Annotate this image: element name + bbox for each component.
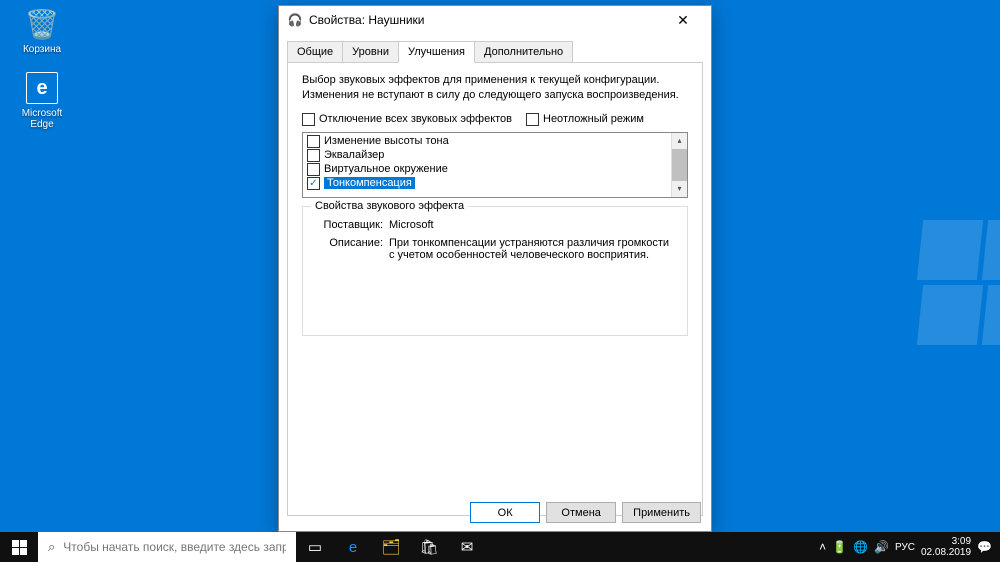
checkbox-label: Неотложный режим bbox=[543, 113, 644, 125]
apply-button[interactable]: Применить bbox=[622, 502, 701, 523]
task-view-button[interactable]: ▭ bbox=[296, 532, 334, 562]
taskbar-app-edge[interactable]: e bbox=[334, 532, 372, 562]
close-button[interactable]: ✕ bbox=[663, 6, 703, 34]
provider-label: Поставщик: bbox=[317, 219, 389, 231]
properties-dialog: 🎧 Свойства: Наушники ✕ Общие Уровни Улуч… bbox=[278, 5, 712, 532]
taskbar-search[interactable]: ⌕ bbox=[38, 532, 296, 562]
effect-properties-group: Свойства звукового эффекта Поставщик: Mi… bbox=[302, 206, 688, 336]
checkbox-icon bbox=[526, 113, 539, 126]
edge-icon: e bbox=[24, 70, 60, 106]
notification-icon[interactable]: 💬 bbox=[977, 540, 992, 554]
desktop-icon-label: Microsoft Edge bbox=[14, 108, 70, 130]
checkbox-immediate[interactable]: Неотложный режим bbox=[526, 113, 644, 126]
description-text: Выбор звуковых эффектов для применения к… bbox=[302, 73, 688, 103]
tab-enhancements[interactable]: Улучшения bbox=[398, 41, 475, 63]
windows-logo-icon bbox=[12, 540, 27, 555]
tab-levels[interactable]: Уровни bbox=[342, 41, 399, 63]
ok-button[interactable]: ОК bbox=[470, 502, 540, 523]
group-title: Свойства звукового эффекта bbox=[311, 200, 468, 212]
scrollbar[interactable]: ▴ ▾ bbox=[671, 133, 687, 197]
tab-general[interactable]: Общие bbox=[287, 41, 343, 63]
tray-chevron-up-icon[interactable]: ˄ bbox=[819, 540, 826, 554]
date-text: 02.08.2019 bbox=[921, 547, 971, 559]
cancel-button[interactable]: Отмена bbox=[546, 502, 616, 523]
recycle-bin-icon: 🗑️ bbox=[24, 6, 60, 42]
effects-listbox[interactable]: Изменение высоты тона Эквалайзер Виртуальн… bbox=[302, 132, 688, 198]
desktop-icon-edge[interactable]: e Microsoft Edge bbox=[14, 70, 70, 130]
checkbox-icon bbox=[307, 135, 320, 148]
battery-icon[interactable]: 🔋 bbox=[832, 540, 847, 554]
headphones-icon: 🎧 bbox=[287, 12, 303, 28]
tab-content: Выбор звуковых эффектов для применения к… bbox=[287, 62, 703, 516]
effect-item[interactable]: Виртуальное окружение bbox=[307, 163, 667, 177]
effect-item[interactable]: ✓ Тонкомпенсация bbox=[307, 177, 667, 191]
effect-label: Тонкомпенсация bbox=[324, 177, 415, 189]
desktop-icon-label: Корзина bbox=[14, 44, 70, 55]
language-indicator[interactable]: РУС bbox=[895, 542, 915, 553]
search-icon: ⌕ bbox=[48, 539, 55, 555]
system-tray: ˄ 🔋 🌐 🔊 РУС 3:09 02.08.2019 💬 bbox=[811, 532, 1000, 562]
network-icon[interactable]: 🌐 bbox=[853, 540, 868, 554]
effect-label: Виртуальное окружение bbox=[324, 163, 448, 175]
checkbox-label: Отключение всех звуковых эффектов bbox=[319, 113, 512, 125]
dialog-titlebar[interactable]: 🎧 Свойства: Наушники ✕ bbox=[279, 6, 711, 34]
clock[interactable]: 3:09 02.08.2019 bbox=[921, 536, 971, 559]
effect-label: Изменение высоты тона bbox=[324, 135, 449, 147]
checkbox-icon bbox=[302, 113, 315, 126]
tab-strip: Общие Уровни Улучшения Дополнительно bbox=[287, 40, 703, 62]
scroll-down-button[interactable]: ▾ bbox=[672, 181, 687, 197]
volume-icon[interactable]: 🔊 bbox=[874, 540, 889, 554]
desktop-icon-recycle-bin[interactable]: 🗑️ Корзина bbox=[14, 6, 70, 55]
checkbox-disable-all[interactable]: Отключение всех звуковых эффектов bbox=[302, 113, 512, 126]
checkbox-icon: ✓ bbox=[307, 177, 320, 190]
checkbox-icon bbox=[307, 163, 320, 176]
effect-item[interactable]: Изменение высоты тона bbox=[307, 135, 667, 149]
effect-item[interactable]: Эквалайзер bbox=[307, 149, 667, 163]
description-label: Описание: bbox=[317, 237, 389, 261]
taskbar-app-mail[interactable]: ✉ bbox=[448, 532, 486, 562]
search-input[interactable] bbox=[63, 540, 286, 554]
effect-label: Эквалайзер bbox=[324, 149, 384, 161]
scroll-thumb[interactable] bbox=[672, 149, 687, 181]
taskbar: ⌕ ▭ e 🗂 🛍 ✉ ˄ 🔋 🌐 🔊 РУС 3:09 02.08.2019 … bbox=[0, 532, 1000, 562]
time-text: 3:09 bbox=[921, 536, 971, 548]
description-value: При тонкомпенсации устраняются различия … bbox=[389, 237, 673, 261]
tab-advanced[interactable]: Дополнительно bbox=[474, 41, 573, 63]
scroll-up-button[interactable]: ▴ bbox=[672, 133, 687, 149]
checkbox-icon bbox=[307, 149, 320, 162]
start-button[interactable] bbox=[0, 532, 38, 562]
taskbar-app-store[interactable]: 🛍 bbox=[410, 532, 448, 562]
provider-value: Microsoft bbox=[389, 219, 673, 231]
dialog-title-text: Свойства: Наушники bbox=[309, 13, 424, 27]
taskbar-app-explorer[interactable]: 🗂 bbox=[372, 532, 410, 562]
